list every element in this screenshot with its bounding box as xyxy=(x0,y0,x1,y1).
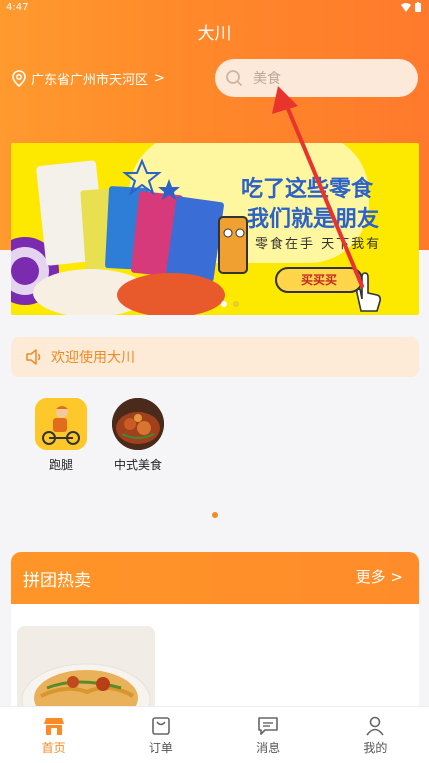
banner-slogan: 零食在手 天下我有 xyxy=(255,237,382,252)
announcement-bar[interactable]: 欢迎使用大川 xyxy=(11,337,419,377)
banner-indicator xyxy=(221,301,239,307)
category-item-chinese-food[interactable]: 中式美食 xyxy=(98,398,178,473)
hand-pointer-icon xyxy=(356,272,381,312)
tab-label: 消息 xyxy=(256,741,281,755)
tab-home[interactable]: 首页 xyxy=(0,707,107,763)
tab-profile[interactable]: 我的 xyxy=(322,707,429,763)
banner-dot xyxy=(233,301,239,307)
category-label: 中式美食 xyxy=(113,458,162,472)
category-page-indicator xyxy=(212,512,218,518)
speaker-icon xyxy=(26,349,41,365)
category-grid: 跑腿 中式美食 xyxy=(0,398,429,478)
promo-banner[interactable]: 吃了这些零食 我们就是朋友 零食在手 天下我有 买买买 xyxy=(11,143,419,315)
order-bag-icon xyxy=(152,717,170,735)
tab-orders[interactable]: 订单 xyxy=(107,707,214,763)
search-placeholder: 美食 xyxy=(253,71,281,87)
snack-illustration xyxy=(11,158,225,315)
message-icon xyxy=(258,717,278,735)
tab-label: 我的 xyxy=(363,741,388,755)
location-pin-icon xyxy=(12,69,26,87)
search-input[interactable]: 美食 xyxy=(215,59,418,97)
page-title: 大川 xyxy=(197,24,232,44)
more-link[interactable]: 更多 > xyxy=(356,566,403,587)
banner-headline-1: 吃了这些零食 xyxy=(241,177,374,202)
status-time: 4:47 xyxy=(6,2,29,13)
tab-label: 订单 xyxy=(148,741,173,755)
status-bar: 4:47 xyxy=(0,0,429,16)
announcement-text: 欢迎使用大川 xyxy=(51,350,135,366)
location-row: 广东省广州市天河区 > 美食 xyxy=(0,56,429,100)
banner-headline-2: 我们就是朋友 xyxy=(247,207,380,232)
profile-icon xyxy=(366,716,385,736)
tab-label: 首页 xyxy=(41,741,66,755)
category-item-errand[interactable]: 跑腿 xyxy=(21,398,101,473)
banner-dot xyxy=(221,301,227,307)
delivery-rider-icon xyxy=(35,398,87,450)
location-text: 广东省广州市天河区 xyxy=(31,72,149,88)
status-icons xyxy=(401,2,421,12)
battery-icon xyxy=(415,2,421,12)
chevron-right-icon: > xyxy=(154,70,165,86)
bottom-tab-bar: 首页 订单 消息 我的 xyxy=(0,706,429,763)
banner-buy-button[interactable]: 买买买 xyxy=(275,267,363,293)
location-selector[interactable]: 广东省广州市天河区 > xyxy=(12,56,165,100)
group-buy-header: 拼团热卖 更多 > xyxy=(11,552,419,604)
group-buy-section: 拼团热卖 更多 > xyxy=(11,552,419,722)
search-icon xyxy=(226,70,242,86)
group-buy-title: 拼团热卖 xyxy=(23,571,91,591)
home-icon xyxy=(43,718,64,735)
category-label: 跑腿 xyxy=(48,458,73,472)
chinese-food-icon xyxy=(112,398,164,450)
tab-messages[interactable]: 消息 xyxy=(215,707,322,763)
wifi-icon xyxy=(401,2,411,12)
